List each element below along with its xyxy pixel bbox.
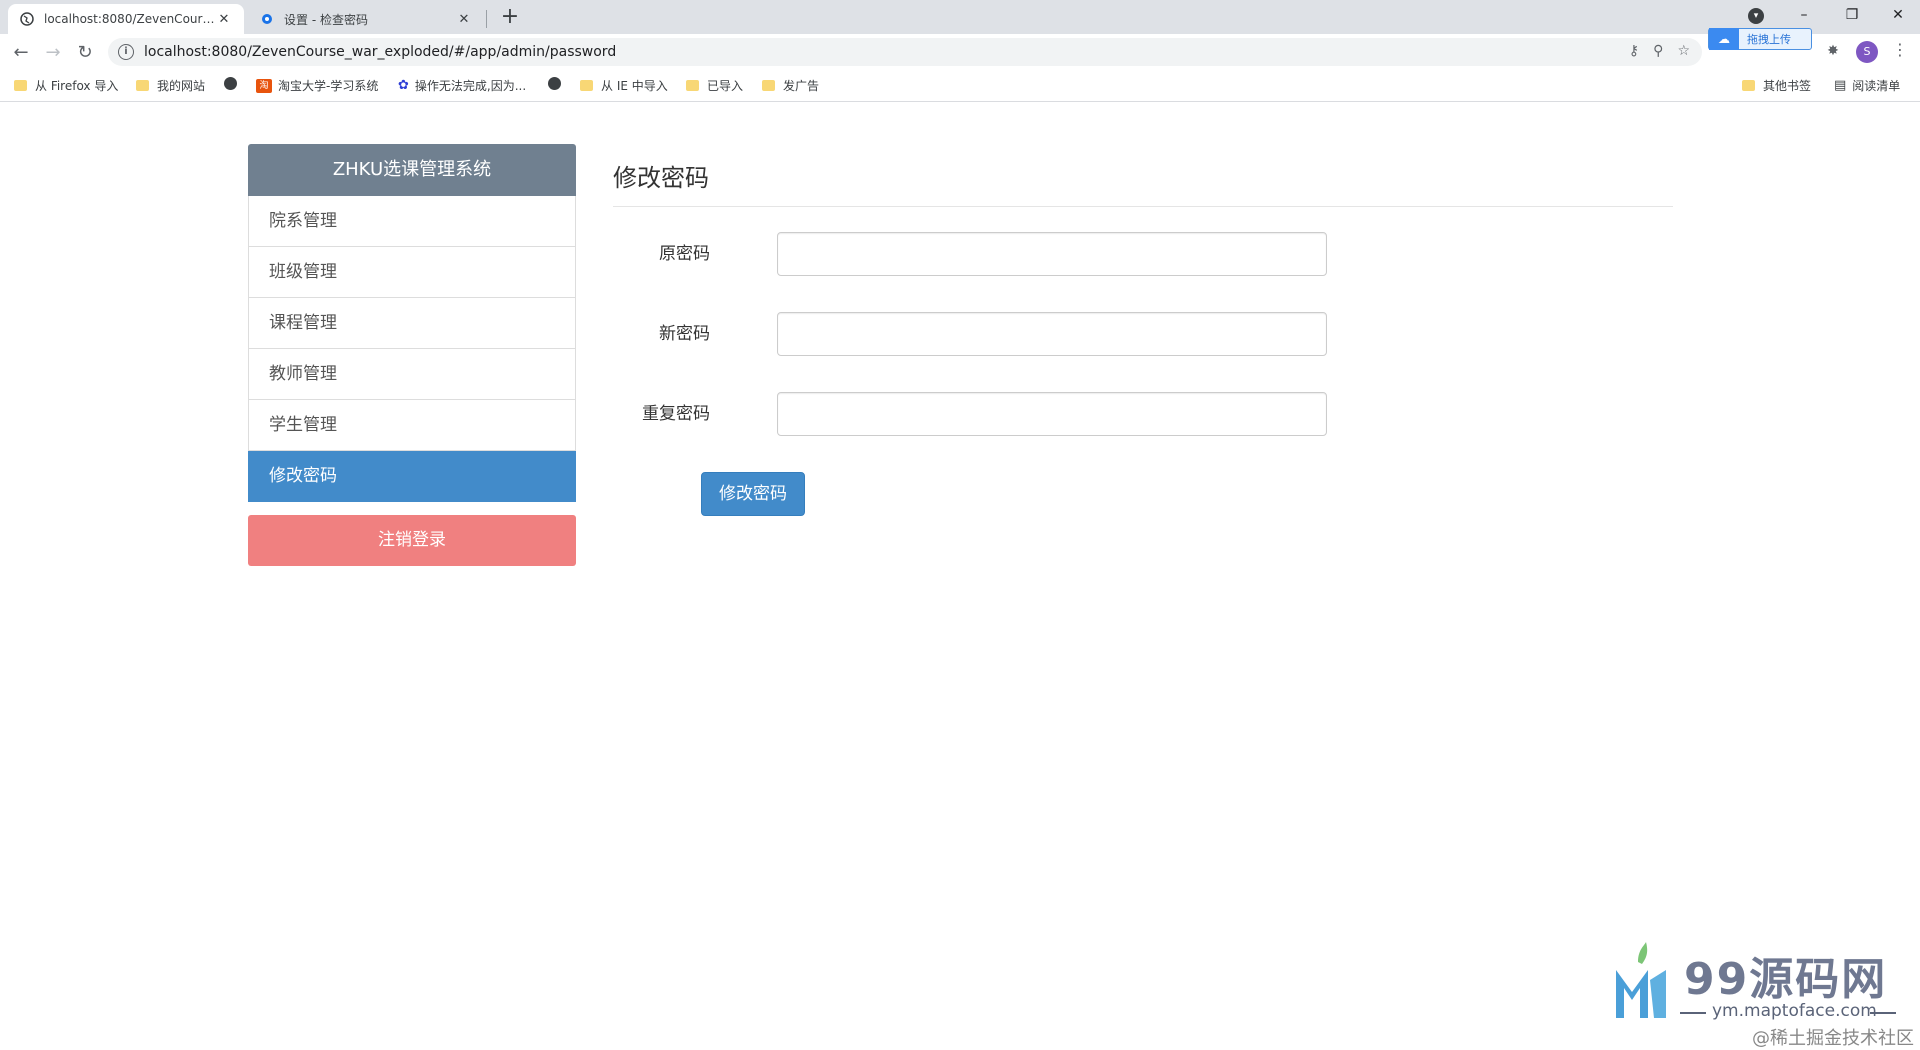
tab-title: 设置 - 检查密码 bbox=[284, 12, 368, 27]
upload-badge-label: 拖拽上传 bbox=[1747, 33, 1791, 46]
key-icon[interactable]: ⚷ bbox=[1629, 43, 1639, 59]
gear-icon bbox=[260, 12, 274, 26]
sidebar-item-courses[interactable]: 课程管理 bbox=[248, 298, 576, 349]
new-password-input[interactable] bbox=[777, 312, 1327, 356]
watermark-community: @稀土掘金技术社区 bbox=[1752, 1028, 1914, 1049]
folder-icon bbox=[762, 80, 775, 91]
tab-search-icon[interactable]: ▾ bbox=[1748, 8, 1764, 24]
bookmark-item[interactable] bbox=[224, 77, 245, 90]
bookmark-item[interactable]: 从 IE 中导入 bbox=[580, 77, 668, 94]
taobao-icon: 淘 bbox=[256, 78, 272, 93]
star-icon[interactable]: ☆ bbox=[1677, 43, 1690, 59]
old-password-input[interactable] bbox=[777, 232, 1327, 276]
tab-divider bbox=[486, 10, 487, 28]
restore-button[interactable]: ❐ bbox=[1832, 4, 1872, 26]
globe-icon bbox=[224, 77, 237, 90]
title-divider bbox=[613, 206, 1673, 207]
close-tab-icon[interactable]: ✕ bbox=[456, 12, 472, 27]
reload-icon[interactable]: ↻ bbox=[72, 40, 98, 66]
repeat-password-row: 重复密码 bbox=[613, 392, 1333, 436]
page-title: 修改密码 bbox=[613, 164, 709, 192]
watermark-url: ym.maptoface.com bbox=[1712, 1001, 1877, 1021]
puzzle-icon[interactable]: ✸ bbox=[1824, 43, 1842, 59]
sidebar: ZHKU选课管理系统 院系管理 班级管理 课程管理 教师管理 学生管理 修改密码… bbox=[248, 144, 576, 566]
watermark-rule bbox=[1870, 1012, 1896, 1014]
change-password-button[interactable]: 修改密码 bbox=[701, 472, 805, 516]
folder-icon bbox=[1742, 80, 1755, 91]
bookmark-item[interactable]: 淘 淘宝大学-学习系统 bbox=[256, 77, 378, 94]
bookmark-item[interactable]: 发广告 bbox=[762, 77, 819, 94]
repeat-password-label: 重复密码 bbox=[642, 404, 710, 424]
tab-title: localhost:8080/ZevenCourse_war_exploded/… bbox=[44, 12, 216, 26]
browser-toolbar: ← → ↻ i localhost:8080/ZevenCourse_war_e… bbox=[0, 34, 1920, 70]
minimize-button[interactable]: – bbox=[1784, 4, 1824, 26]
globe-icon bbox=[20, 12, 34, 26]
new-password-row: 新密码 bbox=[613, 312, 1333, 356]
forward-arrow-icon[interactable]: → bbox=[40, 40, 66, 66]
menu-kebab-icon[interactable]: ⋮ bbox=[1892, 40, 1908, 59]
bookmarks-bar: 从 Firefox 导入 我的网站 淘 淘宝大学-学习系统 ✿ 操作无法完成,因… bbox=[0, 70, 1920, 102]
folder-icon bbox=[14, 80, 27, 91]
bookmark-item[interactable]: ✿ 操作无法完成,因为... bbox=[398, 77, 526, 94]
folder-icon bbox=[136, 80, 149, 91]
sidebar-item-teachers[interactable]: 教师管理 bbox=[248, 349, 576, 400]
reading-list-icon: ▤ bbox=[1834, 78, 1847, 93]
upload-extension-badge[interactable]: ☁ 拖拽上传 bbox=[1708, 28, 1812, 50]
globe-icon bbox=[548, 77, 561, 90]
address-bar[interactable]: i localhost:8080/ZevenCourse_war_explode… bbox=[108, 38, 1702, 66]
back-arrow-icon[interactable]: ← bbox=[8, 40, 34, 66]
bookmark-other[interactable]: 其他书签 bbox=[1742, 77, 1811, 94]
bookmark-item[interactable]: 已导入 bbox=[686, 77, 743, 94]
main-panel: 修改密码 原密码 新密码 重复密码 修改密码 bbox=[613, 144, 1673, 516]
folder-icon bbox=[686, 80, 699, 91]
reading-list[interactable]: ▤ 阅读清单 bbox=[1834, 77, 1900, 94]
avatar[interactable]: S bbox=[1856, 41, 1878, 63]
repeat-password-input[interactable] bbox=[777, 392, 1327, 436]
window-close-button[interactable]: ✕ bbox=[1878, 4, 1918, 26]
new-password-label: 新密码 bbox=[659, 324, 710, 344]
sidebar-item-students[interactable]: 学生管理 bbox=[248, 400, 576, 451]
bookmark-item[interactable]: 从 Firefox 导入 bbox=[14, 77, 118, 94]
close-tab-icon[interactable]: ✕ bbox=[216, 12, 232, 27]
sidebar-item-change-password[interactable]: 修改密码 bbox=[248, 451, 576, 502]
old-password-row: 原密码 bbox=[613, 232, 1333, 276]
logout-button[interactable]: 注销登录 bbox=[248, 515, 576, 566]
watermark-brand: 99源码网 bbox=[1684, 954, 1888, 1005]
sidebar-header: ZHKU选课管理系统 bbox=[248, 144, 576, 196]
sidebar-item-departments[interactable]: 院系管理 bbox=[248, 196, 576, 247]
watermark-logo bbox=[1616, 942, 1666, 1018]
bookmark-item[interactable] bbox=[548, 77, 569, 90]
tab-settings[interactable]: 设置 - 检查密码 ✕ bbox=[248, 4, 484, 34]
old-password-label: 原密码 bbox=[659, 244, 710, 264]
sidebar-item-classes[interactable]: 班级管理 bbox=[248, 247, 576, 298]
cloud-icon: ☁ bbox=[1709, 28, 1739, 50]
folder-icon bbox=[580, 80, 593, 91]
zoom-icon[interactable]: ⚲ bbox=[1653, 43, 1663, 59]
new-tab-button[interactable]: + bbox=[496, 5, 524, 29]
watermark-rule bbox=[1680, 1012, 1706, 1014]
site-info-icon[interactable]: i bbox=[118, 44, 134, 60]
paw-icon: ✿ bbox=[398, 78, 409, 93]
tab-strip: localhost:8080/ZevenCourse_war_exploded/… bbox=[0, 0, 1920, 34]
address-text: localhost:8080/ZevenCourse_war_exploded/… bbox=[144, 44, 617, 60]
tab-active[interactable]: localhost:8080/ZevenCourse_war_exploded/… bbox=[8, 4, 244, 34]
bookmark-item[interactable]: 我的网站 bbox=[136, 77, 205, 94]
